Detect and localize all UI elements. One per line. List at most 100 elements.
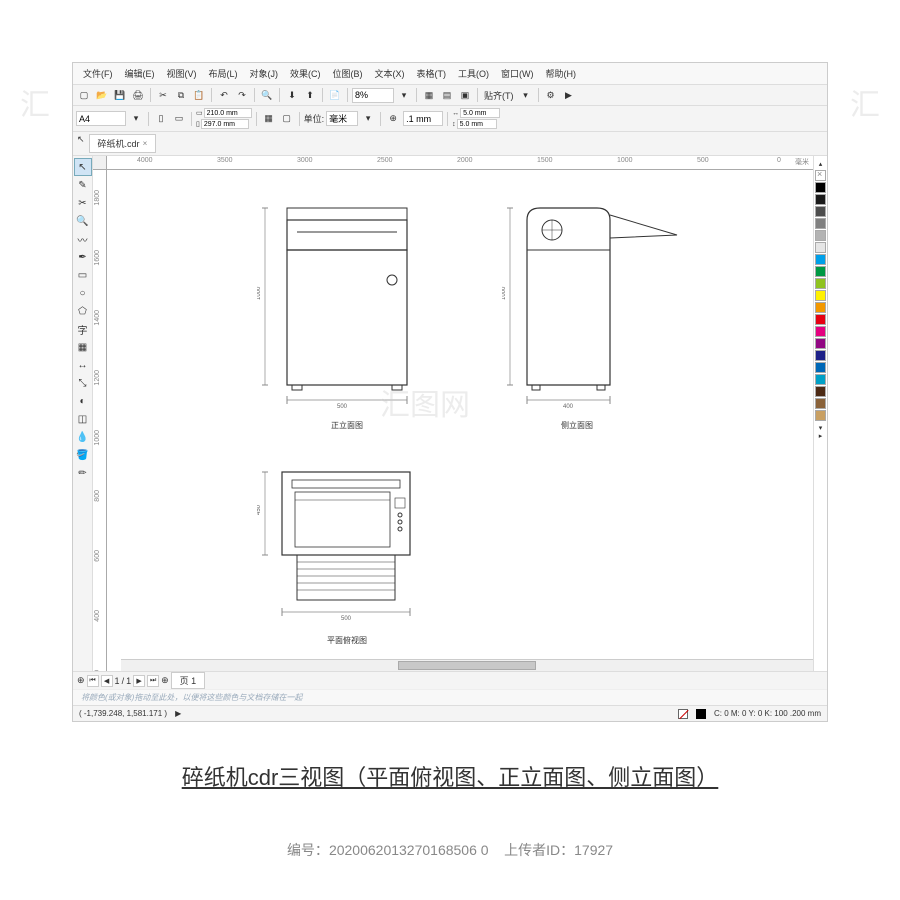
fill-swatch-icon[interactable] — [678, 709, 688, 719]
menu-bitmap[interactable]: 位图(B) — [327, 65, 369, 82]
scrollbar-thumb[interactable] — [398, 661, 536, 670]
palette-scroll-down-icon[interactable]: ▾ — [819, 424, 823, 432]
units-dropdown-icon[interactable]: ▾ — [360, 111, 376, 127]
cut-icon[interactable]: ✂ — [155, 87, 171, 103]
fill-tool-icon[interactable]: 🪣 — [74, 446, 92, 464]
color-swatch[interactable] — [815, 254, 826, 265]
print-icon[interactable]: 🖨 — [130, 87, 146, 103]
export-icon[interactable]: ⬆ — [302, 87, 318, 103]
import-icon[interactable]: ⬇ — [284, 87, 300, 103]
outline-swatch-icon[interactable] — [696, 709, 706, 719]
color-swatch[interactable] — [815, 266, 826, 277]
color-swatch[interactable] — [815, 374, 826, 385]
dup-x-input[interactable] — [460, 108, 500, 118]
color-swatch[interactable] — [815, 398, 826, 409]
page-next-icon[interactable]: ▶ — [133, 675, 145, 687]
color-swatch[interactable] — [815, 350, 826, 361]
publish-icon[interactable]: 📄 — [327, 87, 343, 103]
menu-text[interactable]: 文本(X) — [369, 65, 411, 82]
side-view-drawing[interactable]: 1000 400 侧立面图 — [502, 190, 692, 431]
color-swatch[interactable] — [815, 326, 826, 337]
search-icon[interactable]: 🔍 — [259, 87, 275, 103]
pick-tool-icon[interactable]: ↖ — [74, 158, 92, 176]
page-add-icon[interactable]: ⊕ — [77, 675, 85, 686]
artistic-media-icon[interactable]: ✒ — [74, 248, 92, 266]
portrait-icon[interactable]: ▯ — [153, 111, 169, 127]
snap-label[interactable]: 贴齐(T) — [482, 89, 516, 102]
page-first-icon[interactable]: ⏮ — [87, 675, 99, 687]
paper-size-select[interactable] — [76, 111, 126, 126]
menu-effect[interactable]: 效果(C) — [284, 65, 327, 82]
page-tab[interactable]: 页 1 — [171, 672, 206, 689]
menu-help[interactable]: 帮助(H) — [540, 65, 583, 82]
zoom-input[interactable] — [352, 88, 394, 103]
color-swatch[interactable] — [815, 218, 826, 229]
page-add-after-icon[interactable]: ⊕ — [161, 675, 169, 686]
landscape-icon[interactable]: ▭ — [171, 111, 187, 127]
menu-file[interactable]: 文件(F) — [77, 65, 119, 82]
palette-scroll-up-icon[interactable]: ▴ — [819, 160, 823, 168]
color-swatch[interactable] — [815, 410, 826, 421]
redo-icon[interactable]: ↷ — [234, 87, 250, 103]
menu-view[interactable]: 视图(V) — [161, 65, 203, 82]
color-swatch[interactable] — [815, 290, 826, 301]
color-swatch[interactable] — [815, 278, 826, 289]
palette-flyout-icon[interactable]: ▸ — [819, 432, 823, 440]
all-pages-icon[interactable]: ▦ — [261, 111, 277, 127]
snap-grid-icon[interactable]: ▦ — [421, 87, 437, 103]
crop-tool-icon[interactable]: ✂ — [74, 194, 92, 212]
tab-close-icon[interactable]: × — [143, 139, 148, 148]
launch-icon[interactable]: ▶ — [561, 87, 577, 103]
options-icon[interactable]: ⚙ — [543, 87, 559, 103]
copy-icon[interactable]: ⧉ — [173, 87, 189, 103]
document-tab[interactable]: 碎纸机.cdr × — [89, 134, 157, 153]
units-select[interactable] — [326, 111, 358, 126]
menu-table[interactable]: 表格(T) — [411, 65, 453, 82]
color-swatch[interactable] — [815, 194, 826, 205]
zoom-tool-icon[interactable]: 🔍 — [74, 212, 92, 230]
ruler-vertical[interactable]: 180016001400120010008006004002000 — [93, 170, 107, 671]
paper-dropdown-icon[interactable]: ▾ — [128, 111, 144, 127]
page-width-input[interactable] — [204, 108, 252, 118]
polygon-tool-icon[interactable]: ⬠ — [74, 302, 92, 320]
ruler-horizontal[interactable]: 毫米 40003500300025002000150010005000 — [107, 156, 813, 170]
color-swatch[interactable] — [815, 206, 826, 217]
color-swatch[interactable] — [815, 362, 826, 373]
drop-shadow-icon[interactable]: ◐ — [74, 392, 92, 410]
menu-edit[interactable]: 编辑(E) — [119, 65, 161, 82]
table-tool-icon[interactable]: ▦ — [74, 338, 92, 356]
color-swatch[interactable] — [815, 386, 826, 397]
color-swatch[interactable] — [815, 230, 826, 241]
paste-icon[interactable]: 📋 — [191, 87, 207, 103]
color-swatch[interactable] — [815, 314, 826, 325]
eyedropper-icon[interactable]: 💧 — [74, 428, 92, 446]
snap-guide-icon[interactable]: ▤ — [439, 87, 455, 103]
drawing-canvas[interactable]: 1000 500 正立 — [107, 170, 813, 671]
text-tool-icon[interactable]: 字 — [74, 320, 92, 338]
transparency-icon[interactable]: ◫ — [74, 410, 92, 428]
menu-tools[interactable]: 工具(O) — [452, 65, 495, 82]
connector-tool-icon[interactable]: ⤡ — [74, 374, 92, 392]
menu-object[interactable]: 对象(J) — [244, 65, 285, 82]
horizontal-scrollbar[interactable] — [121, 659, 813, 671]
ellipse-tool-icon[interactable]: ○ — [74, 284, 92, 302]
outline-tool-icon[interactable]: ✏ — [74, 464, 92, 482]
page-height-input[interactable] — [201, 119, 249, 129]
color-swatch[interactable] — [815, 242, 826, 253]
snap-dropdown-icon[interactable]: ▾ — [518, 87, 534, 103]
zoom-dropdown-icon[interactable]: ▾ — [396, 87, 412, 103]
page-last-icon[interactable]: ⏭ — [147, 675, 159, 687]
new-icon[interactable]: ▢ — [76, 87, 92, 103]
ruler-origin[interactable] — [93, 156, 107, 170]
color-swatch[interactable] — [815, 338, 826, 349]
save-icon[interactable]: 💾 — [112, 87, 128, 103]
menu-layout[interactable]: 布局(L) — [203, 65, 244, 82]
color-swatch[interactable] — [815, 182, 826, 193]
dimension-tool-icon[interactable]: ↔ — [74, 356, 92, 374]
nudge-input[interactable] — [403, 111, 443, 126]
top-view-drawing[interactable]: 450 — [257, 460, 437, 646]
undo-icon[interactable]: ↶ — [216, 87, 232, 103]
page-prev-icon[interactable]: ◀ — [101, 675, 113, 687]
shape-tool-icon[interactable]: ✎ — [74, 176, 92, 194]
snap-obj-icon[interactable]: ▣ — [457, 87, 473, 103]
